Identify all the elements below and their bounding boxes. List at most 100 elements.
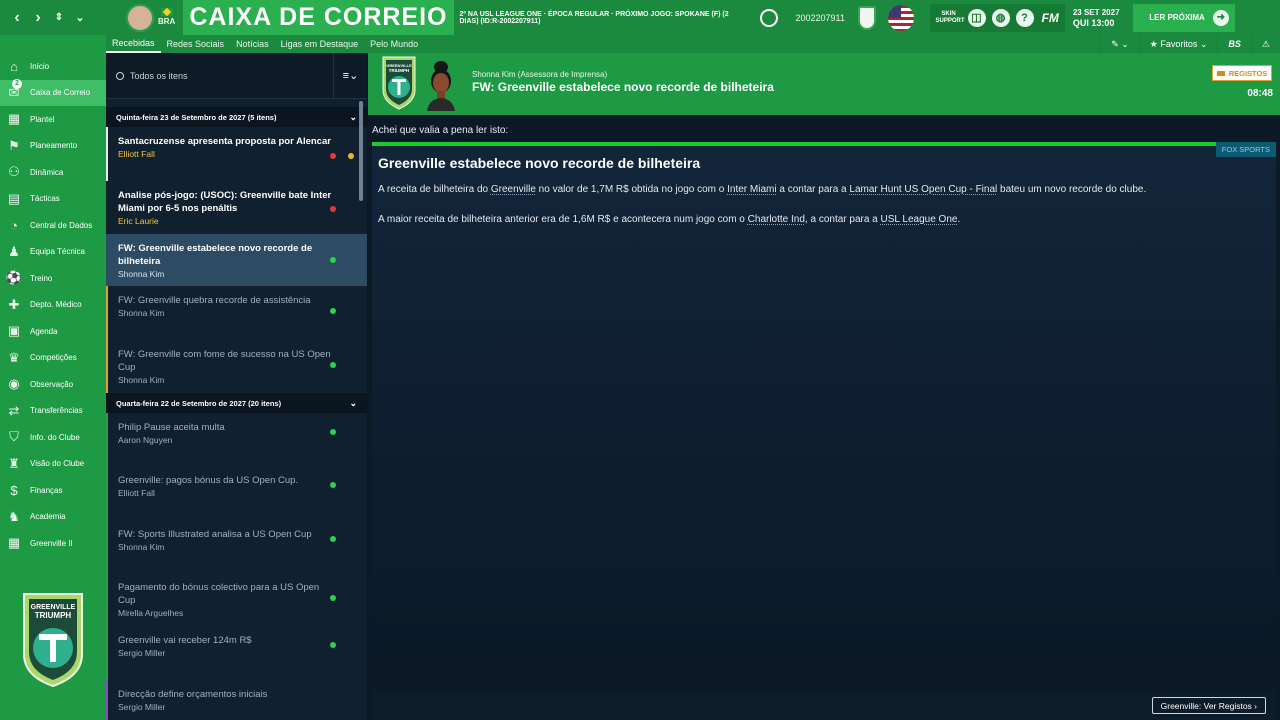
- sender-name[interactable]: Shonna Kim (Assessora de Imprensa): [472, 70, 607, 79]
- view-records-button[interactable]: Greenville: Ver Registos ›: [1151, 697, 1266, 714]
- up-down-icon[interactable]: ⇕: [50, 7, 68, 29]
- sender-avatar[interactable]: [424, 57, 458, 111]
- sidebar-item-caixa-de-correio[interactable]: ✉ 2 Caixa de Correio: [0, 78, 106, 106]
- list-item[interactable]: Direcção define orçamentos iniciais Serg…: [106, 680, 367, 720]
- opponent-link[interactable]: Inter Miami: [727, 184, 776, 195]
- club-crest[interactable]: GREENVILLE TRIUMPH: [22, 592, 84, 688]
- club-link[interactable]: Greenville: [491, 184, 536, 195]
- text-span: , a contar para a: [804, 214, 881, 225]
- search-icon[interactable]: [759, 8, 778, 27]
- squad-icon: ▦: [7, 111, 21, 127]
- read-next-button[interactable]: LER PRÓXIMA ➜: [1132, 3, 1235, 32]
- sub-navigation: Recebidas Redes Sociais Notícias Ligas e…: [106, 35, 1280, 53]
- list-item[interactable]: Pagamento do bónus colectivo para a US O…: [106, 573, 367, 626]
- list-item-selected[interactable]: FW: Greenville estabelece novo recorde d…: [106, 234, 367, 286]
- arrow-right-icon: ➜: [1212, 9, 1229, 26]
- club-crest[interactable]: GREENVILLE TRIUMPH: [382, 56, 416, 110]
- sidebar-item-financas[interactable]: $ Finanças: [0, 477, 106, 504]
- message-subject: Analise pós-jogo: (USOC): Greenville bat…: [118, 190, 332, 214]
- sidebar-item-greenville-ii[interactable]: ▦ Greenville II: [0, 530, 106, 557]
- sidebar-item-competicoes[interactable]: ♛ Competições: [0, 345, 106, 372]
- tab-noticias[interactable]: Notícias: [230, 35, 275, 53]
- registos-button[interactable]: REGISTOS: [1212, 65, 1272, 81]
- edit-icon[interactable]: ✎ ⌄: [1100, 35, 1139, 53]
- chevron-down-icon: ⌄: [349, 111, 357, 122]
- filter-menu-icon[interactable]: ≡⌄: [333, 52, 367, 99]
- sidebar-item-agenda[interactable]: ▣ Agenda: [0, 318, 106, 345]
- news-article: FOX SPORTS Greenville estabelece novo re…: [372, 142, 1276, 684]
- globe-icon[interactable]: ◍: [991, 8, 1010, 27]
- tab-ligas-em-destaque[interactable]: Ligas em Destaque: [275, 35, 365, 53]
- calendar-icon: ▣: [7, 323, 21, 339]
- inbox-search-bar: Todos os itens ≡⌄: [106, 52, 367, 99]
- sidebar-item-label: Planeamento: [30, 141, 78, 151]
- list-item[interactable]: Analise pós-jogo: (USOC): Greenville bat…: [106, 181, 367, 234]
- message-subject: Santacruzense apresenta proposta por Ale…: [118, 136, 331, 147]
- list-scrollbar[interactable]: [359, 101, 363, 201]
- sidebar-item-depto-medico[interactable]: ✚ Depto. Médico: [0, 292, 106, 319]
- fm-logo[interactable]: FM: [1042, 11, 1059, 25]
- sidebar-item-planeamento[interactable]: ⚑ Planeamento: [0, 133, 106, 160]
- tab-recebidas[interactable]: Recebidas: [106, 35, 161, 53]
- message-sender: Sergio Miller: [118, 648, 166, 658]
- id-icon[interactable]: ◫: [967, 8, 986, 27]
- sidebar-item-dinamica[interactable]: ⚇ Dinâmica: [0, 159, 106, 186]
- help-icon[interactable]: ?: [1015, 8, 1034, 27]
- inbox-search-input[interactable]: Todos os itens: [130, 71, 330, 81]
- list-item[interactable]: FW: Greenville quebra recorde de assistê…: [106, 286, 367, 340]
- manager-avatar[interactable]: [126, 3, 154, 32]
- sidebar-item-treino[interactable]: ⚽ Treino: [0, 265, 106, 292]
- message-sender: Aaron Nguyen: [118, 435, 173, 445]
- list-item[interactable]: Philip Pause aceita multa Aaron Nguyen: [106, 413, 367, 466]
- sidebar-item-tacticas[interactable]: ▤ Tácticas: [0, 186, 106, 213]
- forward-icon[interactable]: ›: [29, 7, 47, 29]
- dropdown-icon[interactable]: ⌄: [71, 7, 89, 29]
- notifications-icon[interactable]: ⚠: [1250, 35, 1280, 53]
- sidebar-item-academia[interactable]: ♞ Academia: [0, 504, 106, 531]
- sidebar-item-info-do-clube[interactable]: ⛉ Info. do Clube: [0, 424, 106, 451]
- message-sender: Mirella Arguelhes: [118, 608, 184, 618]
- text-span: .: [957, 214, 961, 225]
- status-dot-green: [330, 595, 336, 601]
- reserve-team-icon: ▦: [7, 535, 21, 551]
- list-item[interactable]: Greenville: pagos bónus da US Open Cup. …: [106, 466, 367, 520]
- bs-button[interactable]: BS: [1217, 35, 1251, 53]
- tab-redes-sociais[interactable]: Redes Sociais: [161, 35, 231, 53]
- skin-support-label[interactable]: SKIN SUPPORT: [936, 11, 965, 25]
- message-subject: Pagamento do bónus colectivo para a US O…: [118, 582, 320, 606]
- date-group-header[interactable]: Quarta-feira 22 de Setembro de 2027 (20 …: [106, 393, 367, 413]
- message-pane: GREENVILLE TRIUMPH Shonna Kim (Assessora…: [368, 53, 1280, 720]
- tab-pelo-mundo[interactable]: Pelo Mundo: [364, 35, 424, 53]
- game-date[interactable]: 23 SET 2027 QUI 13:00: [1073, 8, 1131, 28]
- sidebar-item-plantel[interactable]: ▦ Plantel: [0, 106, 106, 133]
- page-title: CAIXA DE CORREIO: [189, 3, 448, 31]
- favourites-menu[interactable]: ★ Favoritos ⌄: [1138, 35, 1218, 53]
- sidebar-item-central-de-dados[interactable]: ◔ Central de Dados: [0, 212, 106, 239]
- message-subject: Greenville: pagos bónus da US Open Cup.: [118, 475, 299, 486]
- status-dot-green: [330, 308, 336, 314]
- sidebar-item-visao-do-clube[interactable]: ♜ Visão do Clube: [0, 451, 106, 478]
- sidebar-item-equipa-tecnica[interactable]: ♟ Equipa Técnica: [0, 239, 106, 266]
- club-vision-icon: ♜: [8, 455, 20, 471]
- sidebar-item-transferencias[interactable]: ⇄ Transferências: [0, 398, 106, 425]
- opponent-link[interactable]: Charlotte Ind: [748, 214, 805, 225]
- back-icon[interactable]: ‹: [8, 7, 26, 29]
- date-group-header[interactable]: Quinta-feira 23 de Setembro de 2027 (5 i…: [106, 107, 367, 127]
- message-subject: FW: Greenville com fome de sucesso na US…: [118, 349, 331, 373]
- club-badge-icon[interactable]: [857, 5, 876, 30]
- article-paragraph-2: A maior receita de bilheteira anterior e…: [378, 213, 960, 227]
- competition-link[interactable]: USL League One: [881, 214, 958, 225]
- message-subject: FW: Sports Illustrated analisa a US Open…: [118, 529, 312, 540]
- list-item[interactable]: FW: Sports Illustrated analisa a US Open…: [106, 520, 367, 573]
- usa-flag-icon[interactable]: [887, 4, 914, 31]
- list-item[interactable]: Greenville vai receber 124m R$ Sergio Mi…: [106, 626, 367, 680]
- tag-icon: [1216, 70, 1225, 76]
- article-title: Greenville estabelece novo recorde de bi…: [378, 155, 701, 171]
- list-item[interactable]: Santacruzense apresenta proposta por Ale…: [106, 127, 367, 181]
- list-item[interactable]: FW: Greenville com fome de sucesso na US…: [106, 340, 367, 393]
- sidebar-item-inicio[interactable]: ⌂ Início: [0, 53, 106, 80]
- sidebar-item-observacao[interactable]: ◉ Observação: [0, 371, 106, 398]
- competition-link[interactable]: Lamar Hunt US Open Cup - Final: [849, 184, 997, 195]
- sidebar-item-label: Agenda: [30, 326, 58, 336]
- status-dot-green: [330, 429, 336, 435]
